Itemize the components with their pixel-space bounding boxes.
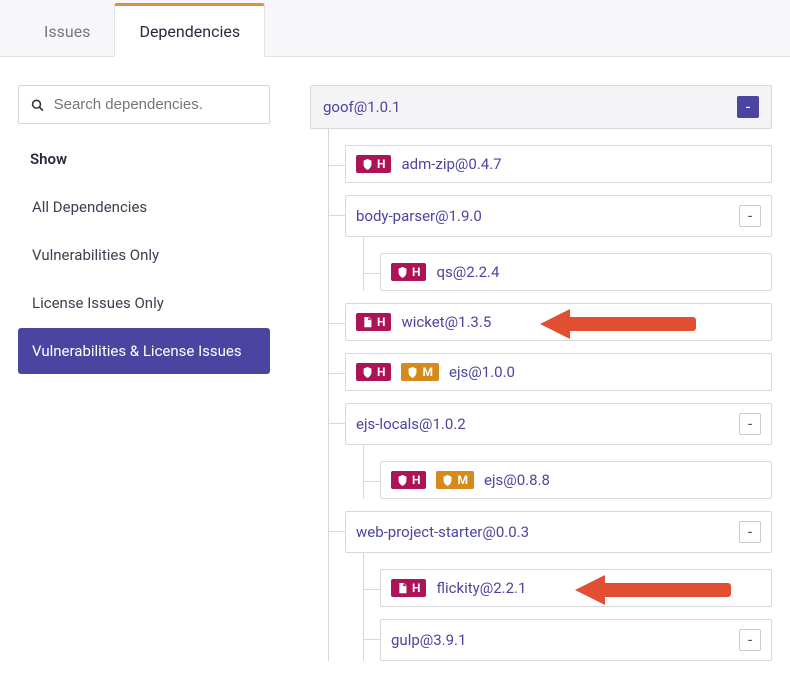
package-label: web-project-starter@0.0.3 bbox=[356, 523, 529, 541]
package-label: qs@2.2.4 bbox=[436, 263, 499, 281]
collapse-button[interactable]: - bbox=[739, 521, 761, 543]
tree-row[interactable]: gulp@3.9.1 - bbox=[380, 619, 772, 661]
vuln-badge-h: H bbox=[356, 363, 391, 381]
dependency-tree: goof@1.0.1 - Hadm-zip@0.4.7 body-parser@1… bbox=[310, 85, 772, 661]
license-badge-h: H bbox=[391, 579, 426, 597]
tab-dependencies[interactable]: Dependencies bbox=[114, 3, 265, 57]
collapse-button[interactable]: - bbox=[739, 205, 761, 227]
package-label: flickity@2.2.1 bbox=[436, 579, 526, 597]
tree-node: Hwicket@1.3.5 bbox=[329, 303, 772, 341]
tree-row[interactable]: Hflickity@2.2.1 bbox=[380, 569, 772, 607]
tree-children: Hadm-zip@0.4.7 body-parser@1.9.0 - Hqs@2.2.… bbox=[328, 129, 772, 661]
collapse-button[interactable]: - bbox=[737, 96, 759, 118]
search-input[interactable] bbox=[54, 96, 257, 113]
license-badge-h: H bbox=[356, 313, 391, 331]
search-box[interactable] bbox=[18, 85, 270, 124]
collapse-button[interactable]: - bbox=[739, 629, 761, 651]
package-label: adm-zip@0.4.7 bbox=[401, 155, 501, 173]
tree-row[interactable]: ejs-locals@1.0.2 - bbox=[345, 403, 772, 445]
filter-both[interactable]: Vulnerabilities & License Issues bbox=[18, 328, 270, 374]
search-icon bbox=[31, 98, 44, 112]
tree-node: Hadm-zip@0.4.7 bbox=[329, 145, 772, 183]
tree-node: HMejs@0.8.8 bbox=[364, 461, 772, 499]
tabs-bar: Issues Dependencies bbox=[0, 0, 790, 57]
tree-children: Hflickity@2.2.1 gulp@3.9.1 - bbox=[363, 553, 772, 661]
tab-issues[interactable]: Issues bbox=[20, 6, 114, 56]
tree-node: body-parser@1.9.0 - Hqs@2.2.4 bbox=[329, 195, 772, 291]
tree-row[interactable]: HMejs@1.0.0 bbox=[345, 353, 772, 391]
tree-children: Hqs@2.2.4 bbox=[363, 237, 772, 291]
vuln-badge-m: M bbox=[436, 471, 474, 489]
collapse-button[interactable]: - bbox=[739, 413, 761, 435]
vuln-badge-h: H bbox=[391, 471, 426, 489]
package-label: body-parser@1.9.0 bbox=[356, 207, 482, 225]
tree-node: Hqs@2.2.4 bbox=[364, 253, 772, 291]
tree-root-label: goof@1.0.1 bbox=[323, 98, 400, 116]
tree-root[interactable]: goof@1.0.1 - bbox=[310, 85, 772, 129]
filter-lic[interactable]: License Issues Only bbox=[18, 280, 270, 326]
tree-row[interactable]: Hwicket@1.3.5 bbox=[345, 303, 772, 341]
filters-heading: Show bbox=[30, 150, 258, 168]
filter-vuln[interactable]: Vulnerabilities Only bbox=[18, 232, 270, 278]
tree-row[interactable]: Hadm-zip@0.4.7 bbox=[345, 145, 772, 183]
tree-children: HMejs@0.8.8 bbox=[363, 445, 772, 499]
vuln-badge-h: H bbox=[391, 263, 426, 281]
tree-row[interactable]: HMejs@0.8.8 bbox=[380, 461, 772, 499]
package-label: ejs-locals@1.0.2 bbox=[356, 415, 466, 433]
package-label: ejs@0.8.8 bbox=[484, 471, 550, 489]
sidebar: Show All DependenciesVulnerabilities Onl… bbox=[18, 85, 270, 661]
package-label: ejs@1.0.0 bbox=[449, 363, 515, 381]
tree-row[interactable]: web-project-starter@0.0.3 - bbox=[345, 511, 772, 553]
package-label: wicket@1.3.5 bbox=[401, 313, 491, 331]
filter-all[interactable]: All Dependencies bbox=[18, 184, 270, 230]
package-label: gulp@3.9.1 bbox=[391, 631, 466, 649]
tree-node: HMejs@1.0.0 bbox=[329, 353, 772, 391]
tree-row[interactable]: Hqs@2.2.4 bbox=[380, 253, 772, 291]
tree-node: ejs-locals@1.0.2 - HMejs@0.8.8 bbox=[329, 403, 772, 499]
filter-list: All DependenciesVulnerabilities OnlyLice… bbox=[18, 184, 270, 374]
tree-node: Hflickity@2.2.1 bbox=[364, 569, 772, 607]
tree-row[interactable]: body-parser@1.9.0 - bbox=[345, 195, 772, 237]
vuln-badge-m: M bbox=[401, 363, 439, 381]
vuln-badge-h: H bbox=[356, 155, 391, 173]
tree-node: web-project-starter@0.0.3-Hflickity@2.2.… bbox=[329, 511, 772, 661]
tree-node: gulp@3.9.1 - bbox=[364, 619, 772, 661]
